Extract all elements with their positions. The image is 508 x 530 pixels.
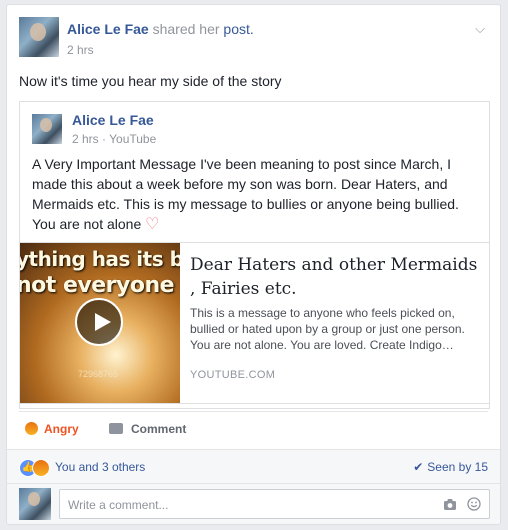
heart-icon: ♡: [145, 216, 160, 233]
shared-author-name[interactable]: Alice Le Fae: [72, 112, 154, 128]
angry-icon: [25, 422, 38, 435]
link-preview-card[interactable]: ything has its bea not everyone sees 729…: [20, 242, 489, 404]
thumbnail-text-2: not everyone sees: [20, 273, 180, 298]
author-avatar[interactable]: [19, 17, 59, 57]
thumbnail-text-1: ything has its bea: [20, 247, 180, 271]
camera-icon[interactable]: [443, 497, 457, 511]
chevron-down-icon[interactable]: ⌵: [472, 21, 488, 37]
comment-input[interactable]: Write a comment...: [59, 489, 490, 519]
post-card: Alice Le Fae shared her post. 2 hrs ⌵ No…: [6, 4, 501, 525]
reactions-bar: 👍 You and 3 others ✔ Seen by 15: [7, 449, 500, 484]
check-icon: ✔: [413, 460, 424, 474]
play-icon[interactable]: [75, 298, 123, 346]
emoji-icon[interactable]: [467, 497, 481, 511]
shared-post-body: A Very Important Message I've been meani…: [32, 154, 477, 235]
current-user-avatar: [19, 488, 51, 520]
author-name[interactable]: Alice Le Fae: [67, 21, 149, 37]
comment-placeholder: Write a comment...: [68, 498, 169, 512]
comment-button[interactable]: Comment: [109, 422, 186, 436]
reactions-summary[interactable]: You and 3 others: [55, 460, 145, 474]
post-action-text: shared her: [152, 21, 220, 37]
post-message: Now it's time you hear my side of the st…: [19, 73, 282, 89]
comment-composer: Write a comment...: [7, 483, 500, 524]
post-timestamp[interactable]: 2 hrs: [67, 43, 94, 57]
video-thumbnail[interactable]: ything has its bea not everyone sees 729…: [20, 243, 180, 403]
seen-by-label: Seen by 15: [427, 460, 488, 474]
thumbnail-watermark: 72968765: [78, 369, 119, 379]
shared-author-avatar[interactable]: [32, 114, 62, 144]
comment-label: Comment: [131, 422, 187, 436]
link-description: This is a message to anyone who feels pi…: [190, 306, 465, 352]
angry-reaction-button[interactable]: Angry: [25, 422, 79, 436]
shared-post-text: A Very Important Message I've been meani…: [32, 156, 459, 232]
link-domain: YOUTUBE.COM: [190, 369, 276, 381]
post-header: Alice Le Fae shared her post. 2 hrs ⌵: [19, 17, 488, 65]
comment-icon: [109, 423, 123, 434]
angry-label: Angry: [44, 422, 79, 436]
shared-post-meta[interactable]: 2 hrs · YouTube: [72, 132, 156, 146]
angry-face-icon: [32, 459, 50, 477]
link-title[interactable]: Dear Haters and other Mermaids , Fairies…: [190, 253, 480, 301]
post-action-link[interactable]: post.: [223, 21, 253, 37]
seen-by[interactable]: ✔ Seen by 15: [413, 460, 488, 474]
post-header-line: Alice Le Fae shared her post.: [67, 21, 254, 37]
action-bar: Angry Comment: [19, 411, 488, 450]
shared-post: Alice Le Fae 2 hrs · YouTube A Very Impo…: [19, 101, 490, 409]
reaction-icons[interactable]: 👍: [19, 459, 53, 477]
